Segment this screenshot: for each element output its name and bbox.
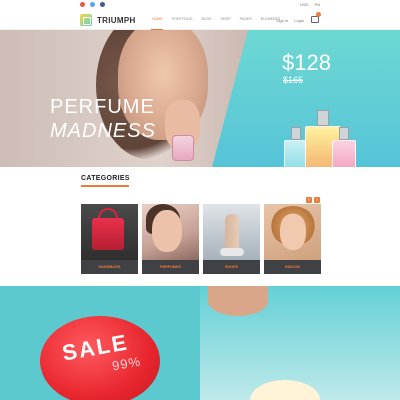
perfume-cap-yellow [317,110,329,126]
nav-item-home[interactable]: HOME [152,17,163,21]
account-links: Sign in Login [276,18,304,23]
model-face [280,214,306,250]
cart-badge [316,12,321,17]
hero-old-price: $165 [283,75,304,85]
facebook-icon[interactable] [100,2,105,7]
perfume-cap-blue [291,127,301,140]
handbag-image [81,204,138,260]
nav-item-blog[interactable]: BLOG [201,17,211,21]
social-links [80,2,105,7]
sign-in-link[interactable]: Sign in [276,18,288,23]
logo[interactable]: TRIUMPH [80,14,136,26]
carousel-prev-button[interactable]: ‹ [306,197,312,203]
login-link[interactable]: Login [294,18,304,23]
category-card-perfumes[interactable]: PERFUMES [142,204,199,274]
bag-body [92,218,124,250]
perfume-cap-pink [339,127,349,140]
shoes-image [203,204,260,260]
category-label: PERFUMES [142,260,199,274]
model-face [152,210,182,252]
category-cards: HANDBAGS PERFUMES SHOES INDOOR [81,204,321,274]
nav-item-pages[interactable]: PAGES [240,17,252,21]
hero-held-perfume [172,135,194,161]
hero-title-line2: MADNESS [50,120,156,142]
locale-switcher: USD EN [300,2,320,7]
hero-price: $128 [282,50,331,75]
logo-icon [80,14,92,26]
category-label: HANDBAGS [81,260,138,274]
curly-hair-model-image [264,204,321,260]
top-utility-bar: USD EN [0,0,400,10]
sale-banner-model-shoulder [208,286,268,316]
category-card-indoor[interactable]: INDOOR [264,204,321,274]
category-label: SHOES [203,260,260,274]
categories-title: CATEGORIES [81,175,130,182]
site-header: TRIUMPH HOME PORTFOLIO BLOG SHOP PAGES E… [0,10,400,30]
google-plus-icon[interactable] [80,2,85,7]
category-card-handbags[interactable]: HANDBAGS [81,204,138,274]
perfume-model-image [142,204,199,260]
category-card-shoes[interactable]: SHOES [203,204,260,274]
shoe [220,248,244,256]
currency-select[interactable]: USD [300,2,308,7]
cart-icon[interactable] [311,16,319,23]
categories-title-underline [81,185,129,187]
nav-item-portfolio[interactable]: PORTFOLIO [172,17,193,21]
logo-text: TRIUMPH [97,15,136,25]
perfume-bottle-pink [332,140,356,167]
carousel-next-button[interactable]: › [314,197,320,203]
main-nav: HOME PORTFOLIO BLOG SHOP PAGES ELEMENTS [152,17,280,21]
twitter-icon[interactable] [90,2,95,7]
category-label: INDOOR [264,260,321,274]
language-select[interactable]: EN [314,2,320,7]
carousel-arrows: ‹ › [306,197,320,203]
hero-title-line1: PERFUME [50,96,155,118]
nav-item-shop[interactable]: SHOP [220,17,230,21]
